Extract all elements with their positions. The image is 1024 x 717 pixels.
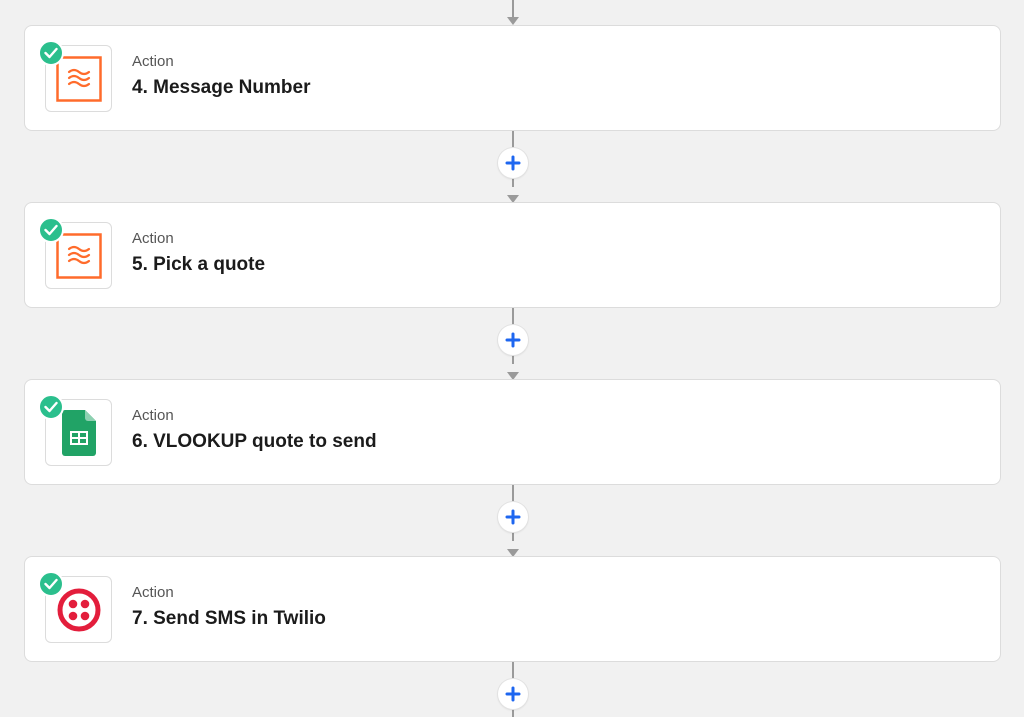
step-type-label: Action bbox=[132, 407, 174, 424]
step-card-5[interactable]: Action 5. Pick a quote bbox=[24, 202, 1001, 308]
add-step-button[interactable] bbox=[498, 325, 528, 355]
zap-editor-canvas: Action 4. Message Number Action 5. Pick … bbox=[0, 0, 1024, 717]
google-sheets-icon bbox=[61, 409, 96, 456]
step-title: 6. VLOOKUP quote to send bbox=[132, 431, 377, 452]
add-step-button[interactable] bbox=[498, 502, 528, 532]
connector-line bbox=[512, 0, 514, 17]
add-step-button[interactable] bbox=[498, 679, 528, 709]
twilio-icon bbox=[57, 588, 100, 631]
plus-icon bbox=[505, 155, 521, 171]
formatter-icon bbox=[55, 232, 102, 279]
add-step-button[interactable] bbox=[498, 148, 528, 178]
plus-icon bbox=[505, 332, 521, 348]
step-type-label: Action bbox=[132, 53, 174, 70]
completed-check-icon bbox=[38, 394, 64, 420]
connector-arrow-icon bbox=[507, 17, 519, 25]
step-card-7[interactable]: Action 7. Send SMS in Twilio bbox=[24, 556, 1001, 662]
plus-icon bbox=[505, 686, 521, 702]
step-type-label: Action bbox=[132, 230, 174, 247]
step-title: 4. Message Number bbox=[132, 77, 311, 98]
completed-check-icon bbox=[38, 571, 64, 597]
step-title: 5. Pick a quote bbox=[132, 254, 266, 275]
step-type-label: Action bbox=[132, 584, 174, 601]
step-title: 7. Send SMS in Twilio bbox=[132, 608, 326, 629]
step-card-6[interactable]: Action 6. VLOOKUP quote to send bbox=[24, 379, 1001, 485]
completed-check-icon bbox=[38, 217, 64, 243]
completed-check-icon bbox=[38, 40, 64, 66]
step-card-4[interactable]: Action 4. Message Number bbox=[24, 25, 1001, 131]
plus-icon bbox=[505, 509, 521, 525]
formatter-icon bbox=[55, 55, 102, 102]
